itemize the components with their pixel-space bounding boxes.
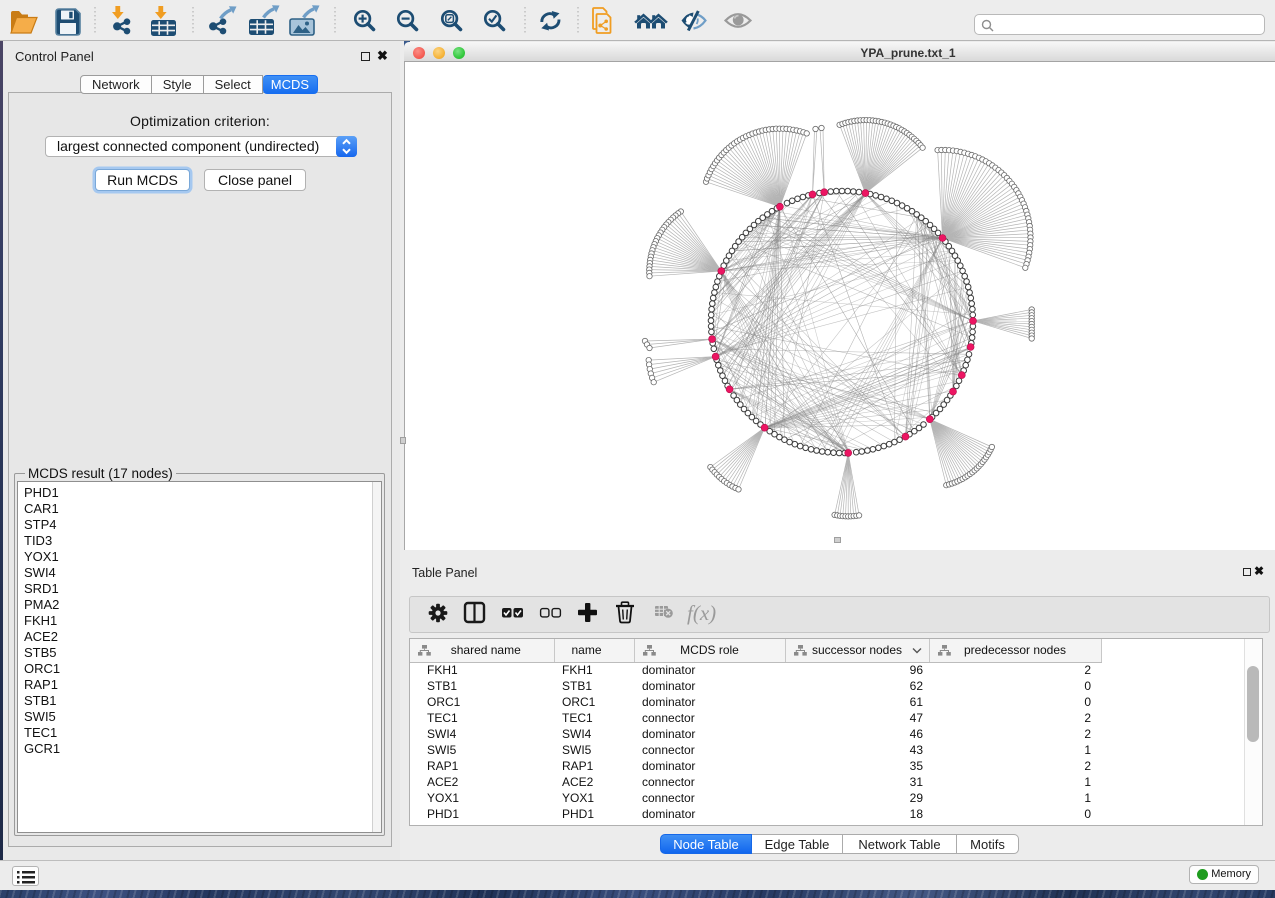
svg-text:f(x): f(x) bbox=[687, 601, 716, 625]
